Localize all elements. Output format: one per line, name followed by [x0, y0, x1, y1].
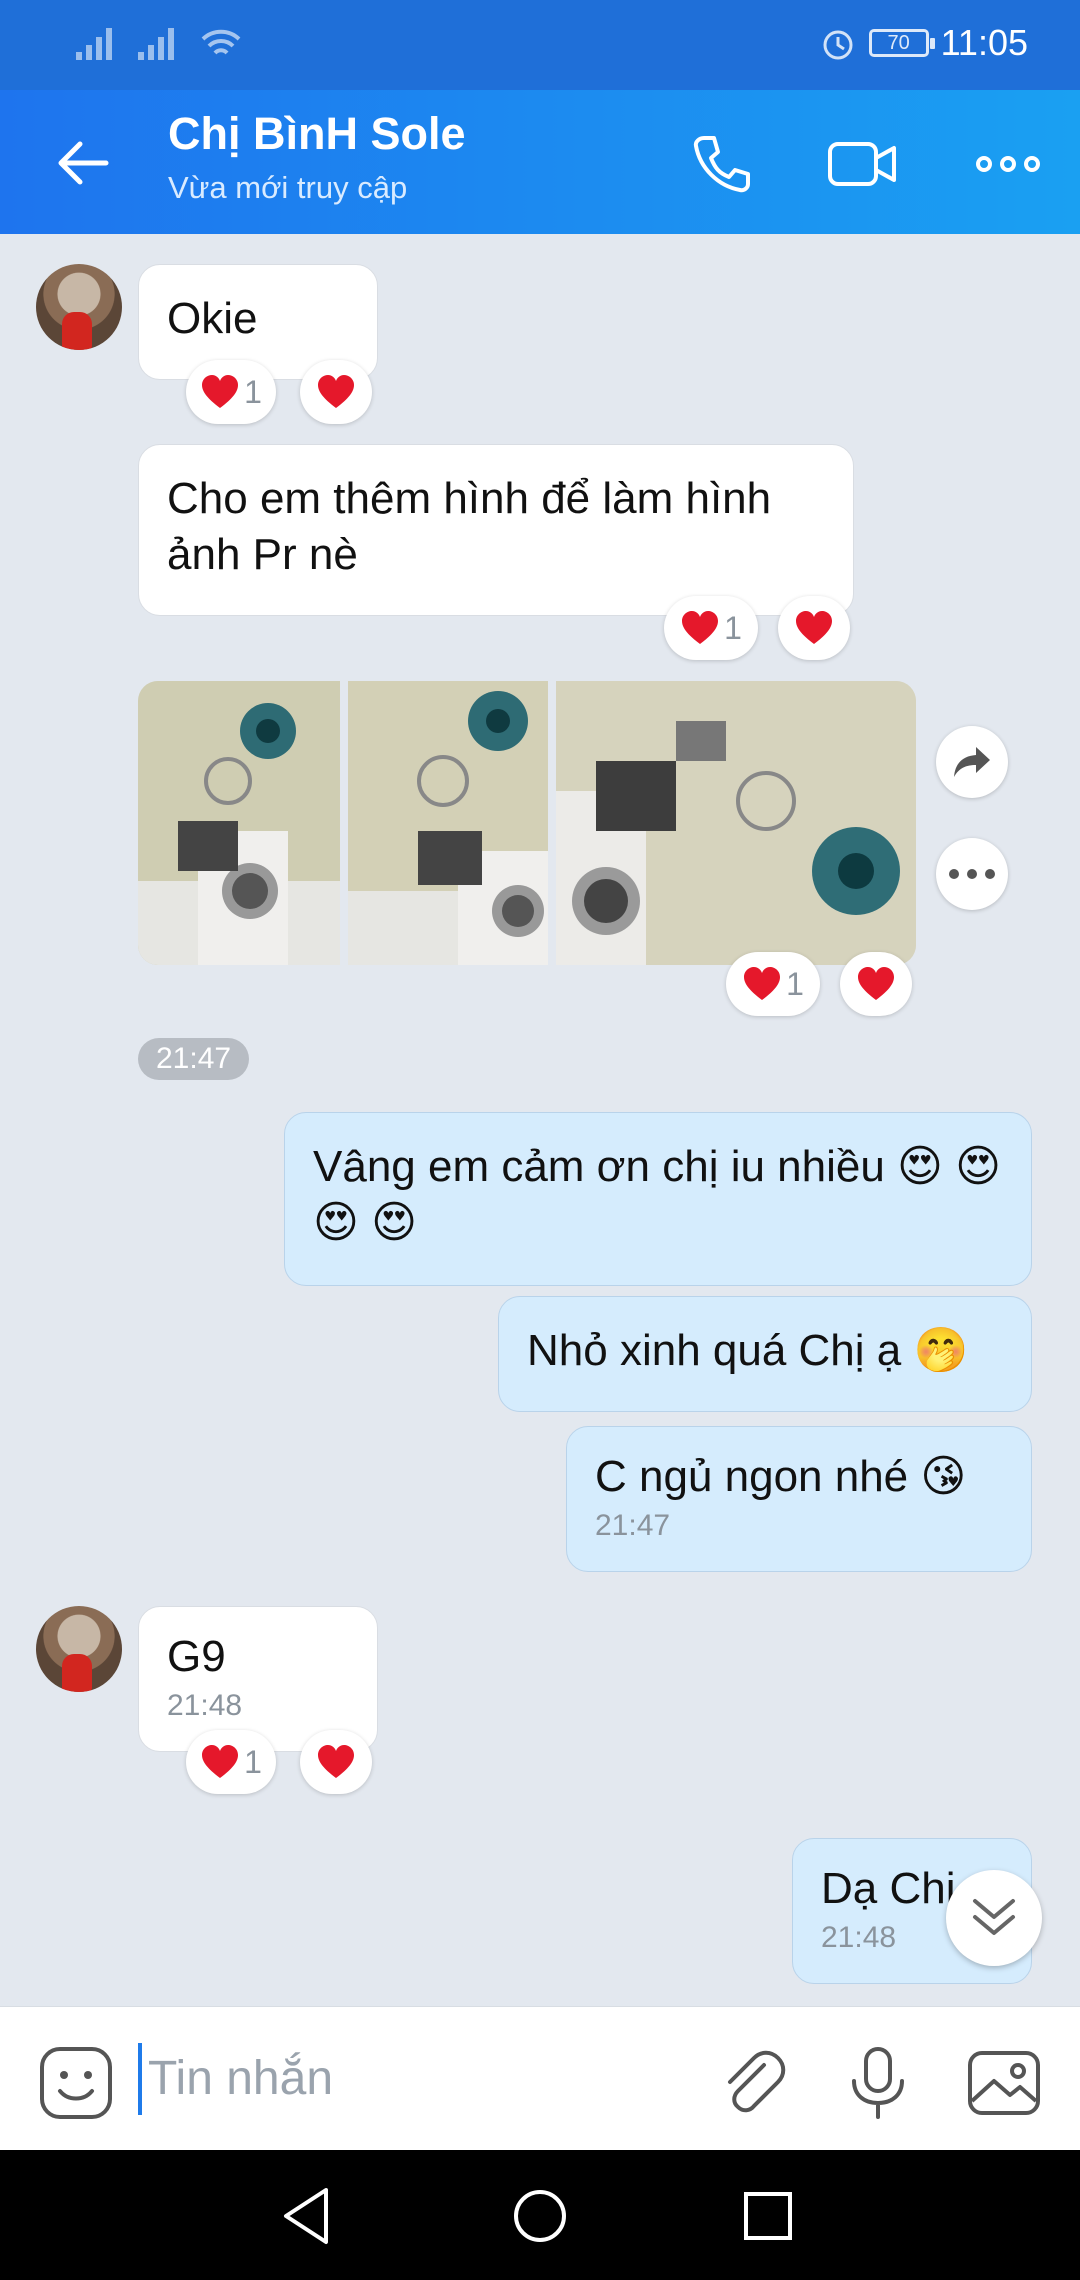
react-button[interactable]: [300, 360, 372, 424]
heart-icon: [796, 611, 832, 644]
reaction-count-badge[interactable]: 1: [186, 1730, 276, 1794]
message-input[interactable]: Tin nhắn: [138, 2043, 698, 2115]
chat-header: Chị BìnH Sole Vừa mới truy cập: [0, 90, 1080, 234]
reaction-count: 1: [244, 373, 262, 410]
message-text: Dạ Chị: [821, 1864, 956, 1913]
kitchen-photo: [348, 681, 548, 965]
sticker-icon[interactable]: [38, 2045, 114, 2121]
signal-icon-2: [138, 28, 174, 60]
back-arrow-icon[interactable]: [50, 130, 116, 196]
message-bubble-outgoing[interactable]: Nhỏ xinh quá Chị ạ 🤭: [498, 1296, 1032, 1412]
system-navigation-bar: [0, 2150, 1080, 2280]
message-text: Vâng em cảm ơn chị iu nhiều 😍 😍 😍 😍: [313, 1142, 1002, 1247]
composer-bar: Tin nhắn: [0, 2006, 1080, 2150]
heart-icon: [318, 1745, 354, 1778]
attachment-icon[interactable]: [714, 2045, 790, 2121]
photo-thumbnail[interactable]: [138, 681, 340, 965]
photo-thumbnail[interactable]: [556, 681, 916, 965]
message-time: 21:48: [167, 1689, 243, 1722]
image-gallery-icon[interactable]: [966, 2045, 1042, 2121]
microphone-icon[interactable]: [840, 2045, 916, 2121]
more-options-icon[interactable]: [972, 128, 1044, 200]
message-bubble-outgoing[interactable]: Vâng em cảm ơn chị iu nhiều 😍 😍 😍 😍: [284, 1112, 1032, 1286]
message-text: G9: [167, 1632, 226, 1681]
message-bubble-outgoing[interactable]: C ngủ ngon nhé 😘 21:47: [566, 1426, 1032, 1572]
kitchen-photo: [556, 681, 916, 965]
message-text: Okie: [167, 294, 258, 343]
contact-name[interactable]: Chị BìnH Sole: [168, 108, 466, 160]
photo-more-button[interactable]: [936, 838, 1008, 910]
phone-call-icon[interactable]: [686, 128, 758, 200]
forward-icon: [954, 747, 990, 777]
contact-avatar[interactable]: [36, 1606, 122, 1692]
message-time: 21:47: [595, 1509, 671, 1542]
time-divider: 21:47: [138, 1038, 250, 1080]
wifi-icon: [201, 29, 241, 55]
alarm-icon: [823, 30, 853, 60]
heart-icon: [318, 375, 354, 408]
reaction-count: 1: [244, 1743, 262, 1780]
double-chevron-down-icon: [973, 1899, 1015, 1935]
clock: 11:05: [940, 22, 1028, 63]
signal-icon: [76, 28, 112, 60]
reaction-count-badge[interactable]: 1: [186, 360, 276, 424]
heart-icon: [202, 1745, 239, 1778]
battery-level: 70: [887, 32, 910, 54]
more-options-icon: [949, 869, 995, 879]
message-list[interactable]: Okie 1 Cho em thêm hình để làm hình ảnh …: [0, 234, 1080, 2006]
forward-button[interactable]: [936, 726, 1008, 798]
message-text: C ngủ ngon nhé 😘: [595, 1452, 967, 1501]
reaction-count: 1: [724, 609, 742, 646]
nav-recents-icon[interactable]: [736, 2184, 800, 2248]
message-text: Nhỏ xinh quá Chị ạ 🤭: [527, 1326, 969, 1375]
reaction-count-badge[interactable]: 1: [664, 596, 758, 660]
video-call-icon[interactable]: [826, 128, 898, 200]
heart-icon: [682, 611, 719, 644]
photo-thumbnail[interactable]: [348, 681, 548, 965]
heart-icon: [202, 375, 239, 408]
react-button[interactable]: [840, 952, 912, 1016]
battery-icon: 70: [868, 29, 935, 57]
nav-home-icon[interactable]: [508, 2184, 572, 2248]
status-bar: 70 11:05: [0, 0, 1080, 90]
nav-back-icon[interactable]: [276, 2184, 340, 2248]
message-bubble-incoming[interactable]: Cho em thêm hình để làm hình ảnh Pr nè: [138, 444, 854, 616]
reaction-count-badge[interactable]: 1: [726, 952, 820, 1016]
contact-avatar[interactable]: [36, 264, 122, 350]
heart-icon: [744, 967, 781, 1000]
react-button[interactable]: [300, 1730, 372, 1794]
contact-status: Vừa mới truy cập: [168, 170, 408, 205]
message-text: Cho em thêm hình để làm hình ảnh Pr nè: [167, 474, 772, 579]
react-button[interactable]: [778, 596, 850, 660]
heart-icon: [858, 967, 894, 1000]
reaction-count: 1: [786, 965, 804, 1002]
kitchen-photo: [138, 681, 340, 965]
scroll-to-bottom-button[interactable]: [946, 1870, 1042, 1966]
